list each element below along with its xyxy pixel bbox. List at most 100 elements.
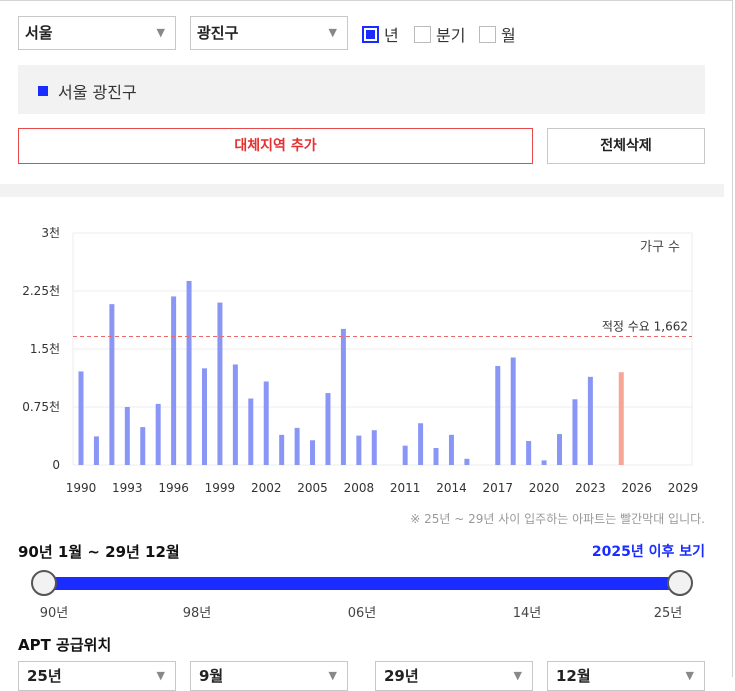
bar — [217, 302, 223, 465]
range-tick-label: 90년 — [39, 606, 69, 621]
x-tick-label: 2023 — [575, 481, 606, 495]
bar — [201, 368, 207, 465]
y-tick-label: 3천 — [41, 225, 60, 240]
start-month-select[interactable]: 9월 ▼ — [190, 661, 348, 691]
bar — [93, 436, 99, 465]
bar — [232, 364, 238, 465]
apt-supply-location-title: APT 공급위치 — [18, 636, 112, 654]
y-tick-label: 2.25천 — [22, 283, 60, 298]
x-tick-label: 2017 — [482, 481, 513, 495]
range-slider-start-handle[interactable] — [31, 570, 57, 596]
x-tick-label: 2029 — [668, 481, 699, 495]
chevron-down-icon: ▼ — [685, 669, 694, 682]
legend-square-icon — [38, 86, 48, 96]
selected-region-panel: 서울 광진구 — [18, 65, 705, 114]
supply-bar-chart: 3천 2.25천 1.5천 0.75천 0 1990 1993 1996 1999 2002 200… — [22, 225, 699, 495]
chevron-down-icon: ▼ — [513, 669, 522, 682]
bar — [572, 399, 578, 465]
period-quarter-checkbox[interactable]: 분기 — [414, 22, 465, 46]
delete-all-button[interactable]: 전체삭제 — [547, 128, 705, 164]
x-tick-label: 2020 — [529, 481, 560, 495]
bar — [356, 435, 362, 465]
bar — [263, 381, 269, 465]
bar — [526, 441, 532, 465]
bar — [541, 460, 547, 465]
start-month-value: 9월 — [199, 667, 224, 685]
after-2025-link[interactable]: 2025년 이후 보기 — [592, 541, 705, 561]
bar — [124, 407, 130, 465]
chevron-down-icon: ▼ — [156, 669, 165, 682]
add-alternative-region-button[interactable]: 대체지역 추가 — [18, 128, 533, 164]
x-tick-label: 2011 — [390, 481, 421, 495]
bar — [140, 427, 146, 465]
bar — [248, 398, 254, 465]
city-select-value: 서울 — [25, 24, 53, 42]
bar — [464, 458, 470, 465]
bar — [279, 434, 285, 465]
chevron-down-icon: ▼ — [156, 26, 165, 39]
chevron-down-icon: ▼ — [328, 26, 337, 39]
bar — [495, 366, 501, 465]
period-year-label: 년 — [384, 26, 399, 45]
period-year-checkbox[interactable]: 년 — [362, 22, 399, 46]
bar — [618, 372, 624, 465]
period-quarter-label: 분기 — [436, 26, 466, 45]
x-tick-label: 2002 — [251, 481, 282, 495]
range-tick-label: 06년 — [347, 606, 377, 621]
bar — [510, 357, 516, 465]
bar — [78, 371, 84, 465]
region-tag[interactable]: 서울 광진구 — [38, 79, 137, 103]
city-select[interactable]: 서울 ▼ — [18, 16, 176, 50]
legend-label: 가구 수 — [640, 240, 680, 255]
bar — [448, 434, 454, 465]
range-label: 90년 1월 ~ 29년 12월 — [18, 543, 180, 561]
region-tag-label: 서울 광진구 — [58, 83, 137, 102]
checkbox-checked-icon[interactable] — [362, 25, 379, 43]
end-month-select[interactable]: 12월 ▼ — [547, 661, 705, 691]
bar — [171, 296, 177, 465]
bar — [371, 430, 377, 465]
x-tick-label: 2005 — [297, 481, 328, 495]
bar — [587, 376, 593, 465]
bar — [109, 304, 115, 465]
x-tick-label: 1996 — [158, 481, 189, 495]
district-select[interactable]: 광진구 ▼ — [190, 16, 348, 50]
end-year-select[interactable]: 29년 ▼ — [375, 661, 533, 691]
y-tick-label: 0 — [52, 458, 60, 472]
bar — [340, 328, 346, 465]
period-month-checkbox[interactable]: 월 — [479, 22, 516, 46]
chevron-down-icon: ▼ — [328, 669, 337, 682]
x-tick-label: 1990 — [66, 481, 97, 495]
x-tick-label: 2026 — [621, 481, 652, 495]
bar — [402, 445, 408, 465]
x-tick-label: 1993 — [112, 481, 143, 495]
bar — [433, 447, 439, 465]
period-month-label: 월 — [501, 26, 516, 45]
chart-note: ※ 25년 ~ 29년 사이 입주하는 아파트는 빨간막대 입니다. — [410, 512, 705, 526]
bar — [294, 427, 300, 465]
district-select-value: 광진구 — [197, 24, 239, 42]
range-tick-label: 14년 — [512, 606, 542, 621]
end-year-value: 29년 — [384, 667, 419, 685]
range-tick-label: 98년 — [182, 606, 212, 621]
x-tick-label: 1999 — [205, 481, 236, 495]
end-month-value: 12월 — [556, 667, 591, 685]
y-tick-label: 0.75천 — [22, 399, 60, 414]
checkbox-icon[interactable] — [414, 25, 431, 43]
bar — [418, 423, 424, 465]
start-year-select[interactable]: 25년 ▼ — [18, 661, 176, 691]
bar — [186, 280, 192, 465]
range-tick-label: 25년 — [653, 606, 683, 621]
bar — [557, 434, 563, 465]
y-tick-label: 1.5천 — [30, 341, 60, 356]
range-slider-track[interactable] — [44, 577, 680, 590]
x-tick-label: 2014 — [436, 481, 467, 495]
bar — [310, 440, 316, 465]
bar — [325, 393, 331, 465]
checkbox-icon[interactable] — [479, 25, 496, 43]
start-year-value: 25년 — [27, 667, 62, 685]
section-divider — [0, 184, 724, 197]
range-slider-end-handle[interactable] — [667, 570, 693, 596]
x-tick-label: 2008 — [344, 481, 375, 495]
bar — [155, 403, 161, 465]
